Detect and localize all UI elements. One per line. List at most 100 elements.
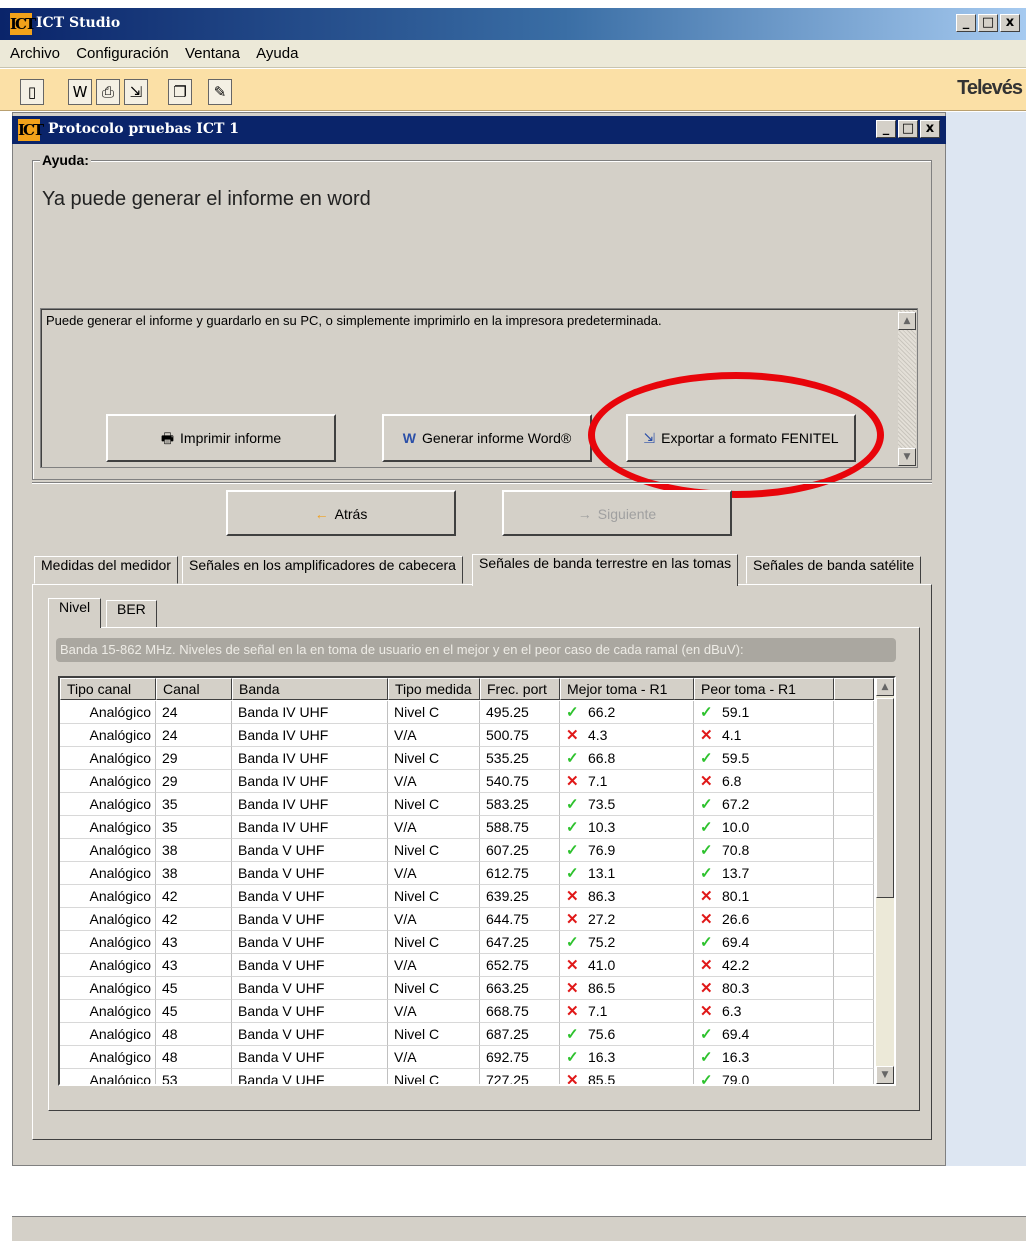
check-icon: ✓: [700, 934, 713, 951]
cell-frec-port: 687.25: [480, 1023, 560, 1046]
child-window-title-bar[interactable]: ICT Protocolo pruebas ICT 1 _ □ x: [12, 116, 946, 144]
table-row[interactable]: Analógico 29 Banda IV UHF V/A 540.75 ✕ 7.1 ✕ 6.8: [60, 770, 874, 793]
generate-word-button[interactable]: W Generar informe Word®: [382, 414, 592, 462]
levels-table[interactable]: Tipo canal Canal Banda Tipo medida Frec.…: [58, 676, 896, 1086]
col-frec-port[interactable]: Frec. port: [480, 678, 560, 700]
col-tipo-medida[interactable]: Tipo medida: [388, 678, 480, 700]
new-document-icon[interactable]: ▯: [20, 79, 44, 105]
arrow-left-icon: ←: [314, 506, 329, 522]
info-scrollbar[interactable]: ▲ ▼: [898, 310, 916, 466]
cell-value: 86.3: [588, 888, 616, 904]
cell-value: 75.2: [588, 934, 616, 950]
child-window-title: Protocolo pruebas ICT 1: [48, 121, 240, 137]
highlight-oval: [588, 372, 884, 498]
table-row[interactable]: Analógico 48 Banda V UHF Nivel C 687.25 ✓ 75.6…: [60, 1023, 874, 1046]
edit-icon[interactable]: ✎: [208, 79, 232, 105]
cell-tipo-canal: Analógico: [60, 862, 156, 885]
cell-banda: Banda IV UHF: [232, 816, 388, 839]
menu-ayuda[interactable]: Ayuda: [256, 45, 298, 62]
cell-value: 76.9: [588, 842, 616, 858]
menu-configuracion[interactable]: Configuración: [76, 45, 169, 62]
scroll-thumb[interactable]: [876, 698, 894, 898]
back-button[interactable]: ← Atrás: [226, 490, 456, 536]
child-close-button[interactable]: x: [920, 120, 940, 138]
tab-amplificadores-cabecera[interactable]: Señales en los amplificadores de cabecer…: [182, 556, 463, 584]
check-icon: ✓: [700, 1072, 713, 1086]
cell-frec-port: 727.25: [480, 1069, 560, 1084]
minimize-button[interactable]: _: [956, 14, 976, 32]
cell-peor-toma: ✓ 10.0: [694, 816, 834, 839]
menu-ventana[interactable]: Ventana: [185, 45, 240, 62]
table-row[interactable]: Analógico 38 Banda V UHF Nivel C 607.25 ✓ 76.9…: [60, 839, 874, 862]
tab-banda-terrestre[interactable]: Señales de banda terrestre en las tomas: [472, 554, 739, 586]
cell-tipo-canal: Analógico: [60, 816, 156, 839]
col-peor-toma[interactable]: Peor toma - R1: [694, 678, 834, 700]
mdi-background: [946, 112, 1026, 1166]
scroll-up-icon[interactable]: ▲: [876, 678, 894, 696]
check-icon: ✓: [700, 1049, 713, 1066]
table-row[interactable]: Analógico 42 Banda V UHF V/A 644.75 ✕ 27.2 ✕ 26.…: [60, 908, 874, 931]
cell-mejor-toma: ✕ 86.5: [560, 977, 694, 1000]
export-icon[interactable]: ⇲: [124, 79, 148, 105]
col-canal[interactable]: Canal: [156, 678, 232, 700]
cell-banda: Banda IV UHF: [232, 701, 388, 724]
tab-banda-satelite[interactable]: Señales de banda satélite: [746, 556, 922, 584]
maximize-button[interactable]: □: [978, 14, 998, 32]
windows-icon[interactable]: ❐: [168, 79, 192, 105]
cell-peor-toma: ✕ 6.3: [694, 1000, 834, 1023]
cell-banda: Banda V UHF: [232, 954, 388, 977]
word-report-icon[interactable]: W: [68, 79, 92, 105]
subtab-ber[interactable]: BER: [106, 600, 157, 628]
cell-empty: [834, 885, 874, 908]
table-row[interactable]: Analógico 24 Banda IV UHF V/A 500.75 ✕ 4.3 ✕ 4.1: [60, 724, 874, 747]
scroll-up-icon[interactable]: ▲: [898, 312, 916, 330]
table-row[interactable]: Analógico 53 Banda V UHF Nivel C 727.25 ✕ 85.5…: [60, 1069, 874, 1086]
col-banda[interactable]: Banda: [232, 678, 388, 700]
cell-peor-toma: ✕ 26.6: [694, 908, 834, 931]
cell-banda: Banda IV UHF: [232, 724, 388, 747]
cell-tipo-medida: V/A: [388, 1046, 480, 1069]
cross-icon: ✕: [566, 1072, 579, 1086]
table-row[interactable]: Analógico 38 Banda V UHF V/A 612.75 ✓ 13.1 ✓ 13.…: [60, 862, 874, 885]
table-row[interactable]: Analógico 42 Banda V UHF Nivel C 639.25 ✕ 86.3…: [60, 885, 874, 908]
child-minimize-button[interactable]: _: [876, 120, 896, 138]
table-row[interactable]: Analógico 29 Banda IV UHF Nivel C 535.25 ✓ 66.…: [60, 747, 874, 770]
check-icon: ✓: [566, 865, 579, 882]
table-row[interactable]: Analógico 35 Banda IV UHF Nivel C 583.25 ✓ 73.…: [60, 793, 874, 816]
menu-archivo[interactable]: Archivo: [10, 45, 60, 62]
check-icon: ✓: [566, 750, 579, 767]
table-row[interactable]: Analógico 48 Banda V UHF V/A 692.75 ✓ 16.3 ✓ 16.…: [60, 1046, 874, 1069]
cell-frec-port: 647.25: [480, 931, 560, 954]
print-icon[interactable]: ⎙: [96, 79, 120, 105]
col-tipo-canal[interactable]: Tipo canal: [60, 678, 156, 700]
child-maximize-button[interactable]: □: [898, 120, 918, 138]
cell-tipo-canal: Analógico: [60, 977, 156, 1000]
cell-peor-toma: ✕ 80.3: [694, 977, 834, 1000]
cell-value: 10.0: [722, 819, 750, 835]
table-row[interactable]: Analógico 24 Banda IV UHF Nivel C 495.25 ✓ 66.…: [60, 701, 874, 724]
col-mejor-toma[interactable]: Mejor toma - R1: [560, 678, 694, 700]
cross-icon: ✕: [700, 727, 713, 744]
table-row[interactable]: Analógico 43 Banda V UHF V/A 652.75 ✕ 41.0 ✕ 42.…: [60, 954, 874, 977]
tab-medidas-medidor[interactable]: Medidas del medidor: [34, 556, 178, 584]
cell-mejor-toma: ✕ 27.2: [560, 908, 694, 931]
next-button[interactable]: → Siguiente: [502, 490, 732, 536]
cell-frec-port: 495.25: [480, 701, 560, 724]
cell-value: 27.2: [588, 911, 616, 927]
scroll-down-icon[interactable]: ▼: [898, 448, 916, 466]
scroll-down-icon[interactable]: ▼: [876, 1066, 894, 1084]
app-title-bar[interactable]: ICT ICT Studio _ □ x: [0, 8, 1026, 40]
print-report-button[interactable]: 🖶 Imprimir informe: [106, 414, 336, 462]
table-row[interactable]: Analógico 45 Banda V UHF V/A 668.75 ✕ 7.1 ✕ 6.3: [60, 1000, 874, 1023]
cell-empty: [834, 724, 874, 747]
cell-value: 26.6: [722, 911, 750, 927]
table-row[interactable]: Analógico 43 Banda V UHF Nivel C 647.25 ✓ 75.2…: [60, 931, 874, 954]
subtab-nivel[interactable]: Nivel: [48, 598, 102, 628]
cell-value: 70.8: [722, 842, 750, 858]
table-row[interactable]: Analógico 45 Banda V UHF Nivel C 663.25 ✕ 86.5…: [60, 977, 874, 1000]
close-button[interactable]: x: [1000, 14, 1020, 32]
cell-empty: [834, 1069, 874, 1084]
cross-icon: ✕: [700, 911, 713, 928]
tab-bar: Medidas del medidor Señales en los ampli…: [32, 554, 932, 586]
table-row[interactable]: Analógico 35 Banda IV UHF V/A 588.75 ✓ 10.3 ✓ 10…: [60, 816, 874, 839]
